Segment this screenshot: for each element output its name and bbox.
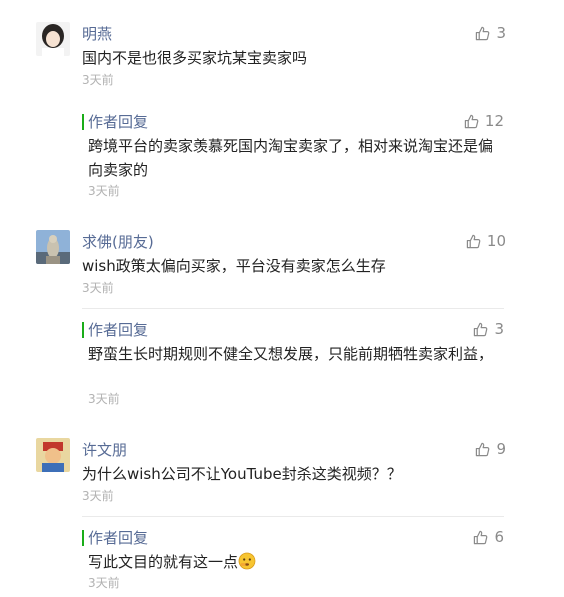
- like-button[interactable]: 3: [475, 24, 506, 42]
- avatar[interactable]: [36, 230, 70, 264]
- author-reply: 作者回复 跨境平台的卖家羡慕死国内淘宝卖家了，相对来说淘宝还是偏向卖家的 3天前…: [82, 101, 504, 211]
- like-count: 3: [496, 24, 506, 42]
- avatar[interactable]: [36, 22, 70, 56]
- thumbs-up-icon: [475, 442, 490, 457]
- reply-text: 野蛮生长时期规则不健全又想发展，只能前期牺牲卖家利益，: [88, 345, 494, 363]
- like-count: 6: [494, 528, 504, 546]
- thumbs-up-icon: [473, 322, 488, 337]
- like-button[interactable]: 9: [475, 440, 506, 458]
- thumbs-up-icon: [475, 26, 490, 41]
- like-button[interactable]: 12: [464, 112, 504, 130]
- reply-indicator: [82, 530, 84, 546]
- like-count: 10: [486, 232, 506, 250]
- reply-author-label: 作者回复: [88, 529, 149, 547]
- comment-author[interactable]: 求佛(朋友): [82, 233, 154, 251]
- like-button[interactable]: 6: [473, 528, 504, 546]
- reply-author-label: 作者回复: [88, 113, 149, 131]
- reply-text: 跨境平台的卖家羡慕死国内淘宝卖家了，相对来说淘宝还是偏向卖家的: [88, 137, 494, 179]
- comment-author[interactable]: 明燕: [82, 25, 112, 43]
- like-button[interactable]: 10: [466, 232, 506, 250]
- comment-text: wish政策太偏向买家，平台没有卖家怎么生存: [82, 257, 386, 275]
- author-reply: 作者回复 写此文目的就有这一点 3天前 6: [82, 516, 504, 597]
- reply-text: 写此文目的就有这一点: [88, 553, 239, 571]
- like-count: 3: [494, 320, 504, 338]
- reply-indicator: [82, 114, 84, 130]
- reply-text-row: 写此文目的就有这一点: [88, 550, 498, 574]
- comment-text: 为什么wish公司不让YouTube封杀这类视频？？: [82, 465, 402, 483]
- author-reply: 作者回复 野蛮生长时期规则不健全又想发展，只能前期牺牲卖家利益， 3天前 3: [82, 308, 504, 419]
- thinking-face-emoji: [238, 552, 256, 570]
- thumbs-up-icon: [473, 530, 488, 545]
- thumbs-up-icon: [464, 114, 479, 129]
- like-button[interactable]: 3: [473, 320, 504, 338]
- thumbs-up-icon: [466, 234, 481, 249]
- comment-author[interactable]: 许文朋: [82, 441, 127, 459]
- reply-author-label: 作者回复: [88, 321, 149, 339]
- reply-time: 3天前: [88, 184, 120, 198]
- avatar[interactable]: [36, 438, 70, 472]
- comment-time: 3天前: [82, 489, 114, 503]
- like-count: 9: [496, 440, 506, 458]
- reply-indicator: [82, 322, 84, 338]
- reply-time: 3天前: [88, 392, 120, 406]
- comment-text: 国内不是也很多买家坑某宝卖家吗: [82, 49, 308, 67]
- comment-time: 3天前: [82, 281, 114, 295]
- comment-time: 3天前: [82, 73, 114, 87]
- like-count: 12: [484, 112, 504, 130]
- reply-time: 3天前: [88, 576, 120, 590]
